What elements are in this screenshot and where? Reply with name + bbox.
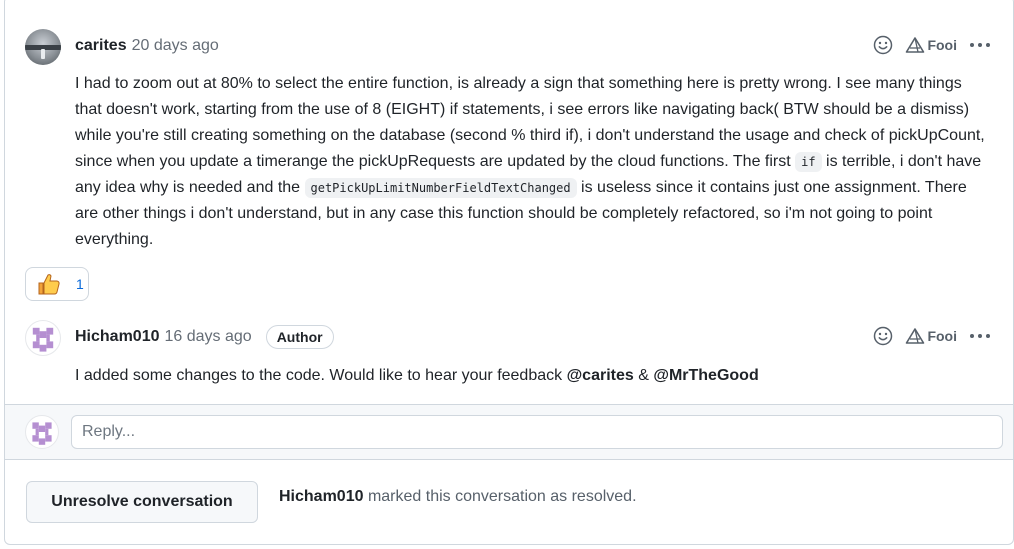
reaction-count: 1	[76, 276, 84, 292]
identicon-image	[32, 422, 52, 445]
comment-timestamp[interactable]: 20 days ago	[132, 37, 219, 55]
resolved-note: Hicham010 marked this conversation as re…	[279, 488, 637, 506]
mention-mrthegood[interactable]: @MrTheGood	[653, 367, 758, 384]
current-user-avatar	[25, 415, 59, 449]
foo-action[interactable]: Fooi	[905, 36, 957, 54]
reply-bar	[5, 404, 1013, 460]
reply-input[interactable]	[71, 415, 1003, 449]
reaction-thumbs-up[interactable]: 1	[25, 267, 89, 301]
resolved-text: marked this conversation as resolved.	[363, 488, 637, 505]
conversation-thread: carites 20 days ago Fooi I had to zoom o…	[4, 0, 1014, 545]
author-badge: Author	[265, 325, 334, 349]
identicon-image	[32, 327, 54, 352]
comment-author[interactable]: carites	[75, 37, 127, 55]
mention-carites[interactable]: @carites	[567, 367, 634, 384]
foo-label: Fooi	[927, 37, 957, 53]
comment-header: carites 20 days ago	[75, 34, 219, 58]
comment-body: I added some changes to the code. Would …	[75, 363, 989, 389]
add-reaction-icon[interactable]	[873, 35, 893, 55]
add-reaction-icon[interactable]	[873, 326, 893, 346]
comment-author[interactable]: Hicham010	[75, 328, 160, 346]
inline-code: getPickUpLimitNumberFieldTextChanged	[304, 178, 577, 198]
avatar-carites[interactable]	[25, 29, 61, 65]
more-options-icon[interactable]	[969, 42, 991, 48]
comment-header: Hicham010 16 days ago Author	[75, 325, 334, 349]
thumbs-up-icon	[38, 274, 60, 295]
comment-text: I added some changes to the code. Would …	[75, 367, 567, 384]
foo-label: Fooi	[927, 328, 957, 344]
comment-actions: Fooi	[873, 324, 991, 348]
comment-body: I had to zoom out at 80% to select the e…	[75, 71, 989, 253]
warning-icon	[906, 37, 925, 53]
inline-code: if	[795, 152, 822, 172]
comment-text: &	[633, 367, 654, 384]
unresolve-conversation-button[interactable]: Unresolve conversation	[26, 481, 258, 523]
resolver-user[interactable]: Hicham010	[279, 488, 364, 505]
avatar-hicham010[interactable]	[25, 320, 61, 356]
comment-actions: Fooi	[873, 33, 991, 57]
more-options-icon[interactable]	[969, 333, 991, 339]
foo-action[interactable]: Fooi	[905, 327, 957, 345]
warning-icon	[906, 328, 925, 344]
comment-timestamp[interactable]: 16 days ago	[165, 328, 252, 346]
